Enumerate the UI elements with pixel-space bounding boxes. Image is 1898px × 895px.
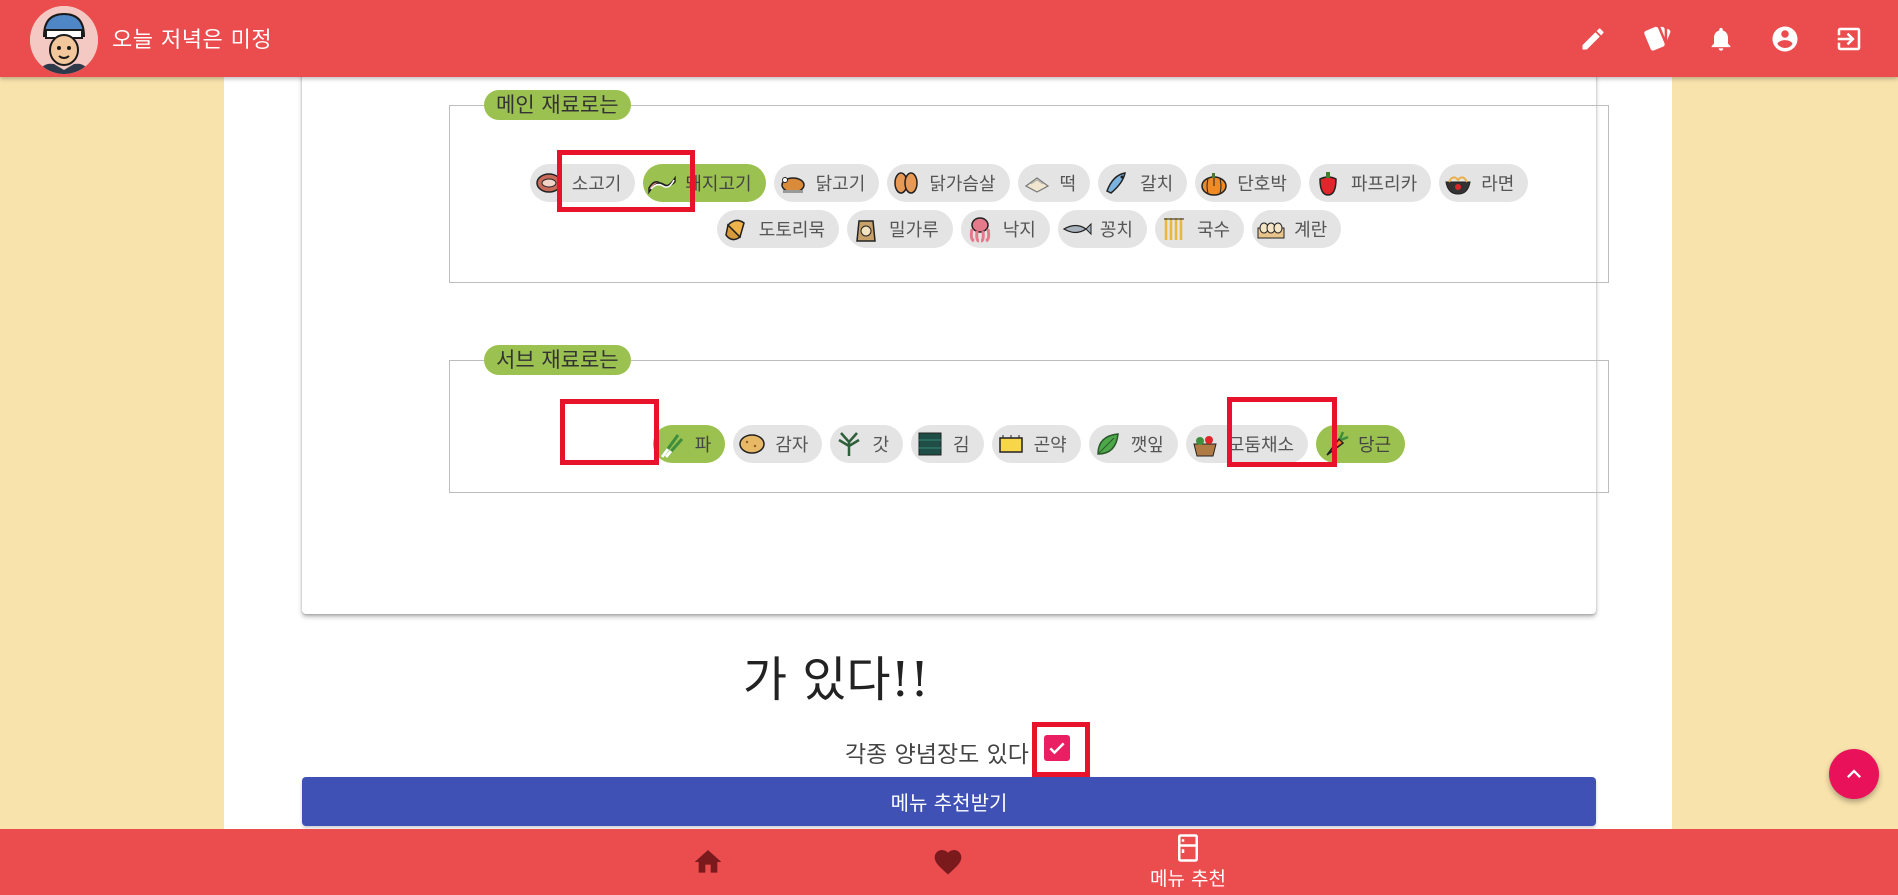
pepper-icon [1313, 168, 1343, 198]
sub-ingredient-chip[interactable]: 파 [652, 425, 726, 463]
main-ingredient-chip-label: 단호박 [1237, 174, 1287, 195]
acorn-icon [721, 214, 751, 244]
main-ingredient-chip[interactable]: 라면 [1439, 164, 1529, 202]
app-title: 오늘 저녁은 미정 [112, 28, 273, 53]
main-ingredient-chip-label: 갈치 [1140, 174, 1174, 195]
ingredient-card: 메인 재료로는 소고기 돼지고기 닭고기 닭가슴살 떡 갈치 단호박 파프리카 라면도토리묵 밀가… [302, 0, 1609, 614]
sub-ingredient-chip-label: 당근 [1358, 435, 1392, 456]
roast-chicken-icon [778, 168, 808, 198]
octopus-icon [965, 214, 995, 244]
seasoning-label: 각종 양념장도 있다! [845, 742, 1039, 768]
main-ingredient-chip-label: 떡 [1059, 174, 1077, 195]
main-ingredient-chip[interactable]: 갈치 [1098, 164, 1188, 202]
main-ingredient-chip[interactable]: 도토리묵 [716, 210, 840, 248]
main-ingredient-chip-label: 밀가루 [889, 220, 939, 241]
main-ingredient-chips: 소고기 돼지고기 닭고기 닭가슴살 떡 갈치 단호박 파프리카 라면도토리묵 밀가루 낙지 꽁치 국수 계… [450, 164, 1608, 248]
saury-icon [1062, 214, 1092, 244]
sub-ingredient-chip-label: 감자 [775, 435, 809, 456]
main-ingredient-chip[interactable]: 닭가슴살 [887, 164, 1010, 202]
scallion-icon [657, 429, 687, 459]
nav-favorites[interactable] [868, 829, 1028, 895]
sub-ingredient-chip[interactable]: 깻잎 [1088, 425, 1178, 463]
flour-sack-icon [851, 214, 881, 244]
bacon-icon [647, 168, 677, 198]
check-icon [1049, 742, 1065, 755]
chicken-breast-icon [891, 168, 921, 198]
statement-text: 가 있다!! [742, 652, 930, 708]
main-ingredient-chip[interactable]: 밀가루 [847, 210, 953, 248]
nav-menu-recommend-label: 메뉴 추천 [1150, 868, 1226, 890]
main-ingredient-chip-label: 꽁치 [1099, 220, 1133, 241]
main-ingredient-chip[interactable]: 꽁치 [1057, 210, 1147, 248]
sub-ingredients-legend: 서브 재료로는 [484, 345, 631, 375]
main-ingredient-chip[interactable]: 닭고기 [773, 164, 880, 202]
perilla-leaf-icon [1093, 429, 1123, 459]
main-ingredient-chip-label: 돼지고기 [685, 174, 752, 195]
main-ingredient-chip-label: 낙지 [1002, 220, 1036, 241]
seaweed-icon [915, 429, 945, 459]
logout-icon[interactable] [1834, 24, 1864, 54]
chevron-up-icon [1847, 769, 1861, 778]
sub-ingredient-chip-label: 모둠채소 [1227, 435, 1295, 456]
nav-menu-recommend[interactable]: 메뉴 추천 [1108, 829, 1268, 895]
chef-avatar-logo[interactable] [30, 6, 98, 74]
main-ingredient-chip-label: 도토리묵 [758, 220, 826, 241]
rice-cake-icon [1022, 168, 1052, 198]
sub-ingredient-chip[interactable]: 김 [911, 425, 984, 463]
sub-ingredient-chips: 파 감자 갓 김 곤약 깻잎 모둠채소 당근 [450, 425, 1608, 463]
main-ingredient-chip[interactable]: 계란 [1252, 210, 1342, 248]
pencil-icon[interactable] [1578, 24, 1608, 54]
main-ingredient-chip[interactable]: 국수 [1154, 210, 1245, 248]
recommend-menu-button[interactable]: 메뉴 추천받기 [302, 777, 1596, 826]
sub-ingredient-chip[interactable]: 갓 [830, 425, 904, 463]
seasoning-checkbox[interactable] [1044, 735, 1070, 761]
pumpkin-icon [1199, 168, 1229, 198]
heart-icon [934, 850, 962, 875]
mustard-greens-icon [834, 429, 864, 459]
main-ingredient-chip-label: 계란 [1294, 220, 1328, 241]
main-ingredient-chip-label: 파프리카 [1350, 174, 1418, 195]
main-ingredient-chip-label: 라면 [1481, 174, 1515, 195]
sub-ingredients-group: 서브 재료로는 파 감자 갓 김 곤약 깻잎 모둠채소 당근 [449, 345, 1609, 493]
vegetable-basket-icon [1190, 429, 1220, 459]
sub-ingredient-chip-label: 갓 [872, 435, 890, 456]
top-app-bar: 오늘 저녁은 미정 [0, 0, 1898, 77]
carrot-icon [1320, 429, 1350, 459]
fridge-icon [1178, 834, 1198, 862]
konjac-icon [996, 429, 1026, 459]
main-ingredient-chip[interactable]: 떡 [1017, 164, 1091, 202]
sub-ingredient-chip[interactable]: 당근 [1316, 425, 1406, 463]
scroll-to-top-button[interactable] [1829, 749, 1879, 799]
sub-ingredient-chip-label: 깻잎 [1130, 435, 1164, 456]
main-ingredient-chip-label: 국수 [1196, 220, 1231, 241]
sub-ingredient-chip-label: 곤약 [1033, 435, 1067, 456]
eggs-icon [1256, 214, 1286, 244]
main-ingredient-chip[interactable]: 돼지고기 [643, 164, 766, 202]
account-circle-icon[interactable] [1770, 24, 1800, 54]
main-ingredient-chip-label: 닭고기 [815, 174, 866, 195]
sub-ingredient-chip[interactable]: 감자 [733, 425, 823, 463]
main-ingredient-chip-label: 소고기 [571, 174, 622, 195]
main-ingredient-chip[interactable]: 파프리카 [1308, 164, 1432, 202]
bell-icon[interactable] [1706, 24, 1736, 54]
main-ingredient-chip[interactable]: 낙지 [960, 210, 1050, 248]
main-ingredients-legend: 메인 재료로는 [484, 90, 631, 120]
noodle-bowl-icon [1443, 168, 1473, 198]
bottom-navigation: 메뉴 추천 [0, 829, 1898, 895]
fish-icon [1102, 168, 1132, 198]
potato-icon [737, 429, 767, 459]
nav-home[interactable] [628, 829, 788, 895]
steak-icon [534, 168, 564, 198]
home-icon [694, 850, 722, 873]
sub-ingredient-chip[interactable]: 모둠채소 [1185, 425, 1309, 463]
cards-icon[interactable] [1642, 24, 1672, 54]
main-ingredients-group: 메인 재료로는 소고기 돼지고기 닭고기 닭가슴살 떡 갈치 단호박 파프리카 라면도토리묵 밀가… [449, 90, 1609, 283]
main-ingredient-chip-label: 닭가슴살 [929, 174, 996, 195]
main-ingredient-chip[interactable]: 단호박 [1195, 164, 1301, 202]
sub-ingredient-chip[interactable]: 곤약 [991, 425, 1081, 463]
noodles-icon [1159, 214, 1189, 244]
sub-ingredient-chip-label: 파 [694, 435, 712, 456]
sub-ingredient-chip-label: 김 [953, 435, 970, 456]
main-ingredient-chip[interactable]: 소고기 [529, 164, 636, 202]
